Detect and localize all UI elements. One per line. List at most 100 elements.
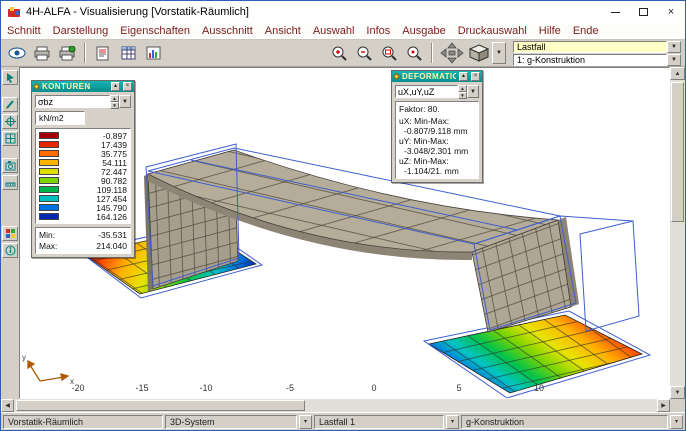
scroll-left-button[interactable]: ◀ xyxy=(1,399,14,412)
konturen-quantity-field[interactable]: σbz xyxy=(35,95,110,108)
status-system-selector-button[interactable]: ▾ xyxy=(299,415,312,429)
legend-value: 164.126 xyxy=(63,212,127,222)
view-cube-dropdown-button[interactable]: ▼ xyxy=(492,42,506,64)
info-tool-icon xyxy=(5,245,16,256)
panel-collapse-button[interactable]: ▴ xyxy=(111,82,120,91)
loadcase-field[interactable]: 1: g-Konstruktion xyxy=(513,54,667,66)
report-button[interactable] xyxy=(91,42,115,64)
loadcase-selectors: Lastfall ▼ 1: g-Konstruktion ▼ xyxy=(513,41,681,66)
crosshair-tool-button[interactable] xyxy=(2,114,18,129)
menu-item-ende[interactable]: Ende xyxy=(567,25,605,37)
spin-down-button[interactable]: ▼ xyxy=(458,92,467,99)
konturen-quantity-combo: σbz ▲ ▼ ▼ xyxy=(35,95,131,108)
zoom-out-button[interactable] xyxy=(352,42,376,64)
minimize-icon xyxy=(611,12,620,13)
main-area: y x -20 -15 -10 -5 0 5 10 KONTUREN ▴ × xyxy=(1,67,685,399)
menu-item-darstellung[interactable]: Darstellung xyxy=(47,25,115,37)
axes-indicator: y x xyxy=(22,353,74,386)
grid-tool-button[interactable] xyxy=(2,131,18,146)
legend-swatch xyxy=(39,204,59,211)
palette-tool-button[interactable] xyxy=(2,226,18,241)
uz-label: uZ: Min-Max: xyxy=(399,156,475,166)
menu-item-infos[interactable]: Infos xyxy=(360,25,396,37)
spin-down-button[interactable]: ▼ xyxy=(110,102,119,109)
deformation-panel: DEFORMATION ▴ × uX,uY,uZ ▲ ▼ ▼ Faktor: xyxy=(391,70,483,183)
deformation-component-field[interactable]: uX,uY,uZ xyxy=(395,85,458,98)
konturen-panel-titlebar[interactable]: KONTUREN ▴ × xyxy=(32,81,134,92)
spin-up-button[interactable]: ▲ xyxy=(458,85,467,92)
app-icon xyxy=(7,5,21,19)
panel-collapse-button[interactable]: ▴ xyxy=(459,72,468,81)
deformation-panel-titlebar[interactable]: DEFORMATION ▴ × xyxy=(392,71,482,82)
maximize-icon xyxy=(639,8,648,16)
view-button[interactable] xyxy=(5,42,29,64)
minimize-button[interactable] xyxy=(601,1,629,23)
konturen-legend: -0.89717.43935.77554.11172.44790.782109.… xyxy=(35,128,131,224)
chart-button[interactable] xyxy=(141,42,165,64)
zoom-in-button[interactable] xyxy=(327,42,351,64)
info-tool-button[interactable] xyxy=(2,243,18,258)
zoom-fit-icon xyxy=(406,45,422,61)
zoom-out-icon xyxy=(356,45,372,61)
menu-item-ausgabe[interactable]: Ausgabe xyxy=(396,25,451,37)
axis-label: 5 xyxy=(447,383,471,393)
menu-item-ansicht[interactable]: Ansicht xyxy=(259,25,307,37)
konturen-unit: kN/m2 xyxy=(35,111,85,125)
loadcase-dropdown-button[interactable]: ▼ xyxy=(667,54,681,66)
panel-close-button[interactable]: × xyxy=(123,82,132,91)
menu-item-druckauswahl[interactable]: Druckauswahl xyxy=(452,25,533,37)
title-bar[interactable]: 4H-ALFA - Visualisierung [Vorstatik-Räum… xyxy=(1,1,685,23)
left-toolbar xyxy=(1,67,19,399)
pointer-tool-icon xyxy=(5,72,16,83)
menu-item-schnitt[interactable]: Schnitt xyxy=(1,25,47,37)
min-row: Min: -35.531 xyxy=(39,230,127,240)
spin-up-button[interactable]: ▲ xyxy=(110,95,119,102)
legend-swatch xyxy=(39,186,59,193)
printer-options-icon xyxy=(58,46,76,61)
menu-item-eigenschaften[interactable]: Eigenschaften xyxy=(114,25,196,37)
table-button[interactable] xyxy=(116,42,140,64)
zoom-window-button[interactable] xyxy=(377,42,401,64)
horizontal-scroll-thumb[interactable] xyxy=(16,400,305,411)
print-button[interactable] xyxy=(30,42,54,64)
scroll-right-button[interactable]: ▶ xyxy=(657,399,670,412)
lastfall-dropdown-button[interactable]: ▼ xyxy=(667,41,681,53)
close-button[interactable]: × xyxy=(657,1,685,23)
measure-tool-button[interactable] xyxy=(2,175,18,190)
zoom-window-icon xyxy=(381,45,397,61)
konturen-minmax: Min: -35.531 Max: 214.040 xyxy=(35,227,131,254)
uz-value: -1.104/21. mm xyxy=(399,166,475,176)
menu-item-auswahl[interactable]: Auswahl xyxy=(307,25,361,37)
lastfall-field[interactable]: Lastfall xyxy=(513,41,667,53)
deformation-dropdown-button[interactable]: ▼ xyxy=(467,85,479,98)
pan-button[interactable] xyxy=(438,42,466,64)
vertical-scroll-track[interactable] xyxy=(670,80,685,386)
zoom-fit-button[interactable] xyxy=(402,42,426,64)
print-options-button[interactable] xyxy=(55,42,79,64)
status-field-system: 3D-System xyxy=(165,415,297,429)
close-icon: × xyxy=(668,6,674,18)
horizontal-scroll-track[interactable] xyxy=(14,399,657,412)
vertical-scroll-thumb[interactable] xyxy=(671,82,684,222)
status-bar: Vorstatik-Räumlich 3D-System ▾ Lastfall … xyxy=(1,412,685,430)
scroll-down-button[interactable]: ▼ xyxy=(670,386,685,399)
max-value: 214.040 xyxy=(96,241,127,251)
maximize-button[interactable] xyxy=(629,1,657,23)
menu-item-ausschnitt[interactable]: Ausschnitt xyxy=(196,25,259,37)
view-cube-button[interactable] xyxy=(467,42,491,64)
uy-value: -3.048/2.301 mm xyxy=(399,146,475,156)
menu-item-hilfe[interactable]: Hilfe xyxy=(533,25,567,37)
status-loadcase-selector-button[interactable]: ▾ xyxy=(446,415,459,429)
scroll-up-button[interactable]: ▲ xyxy=(670,67,685,80)
konturen-dropdown-button[interactable]: ▼ xyxy=(119,95,131,108)
status-load-selector-button[interactable]: ▾ xyxy=(670,415,683,429)
snapshot-tool-button[interactable] xyxy=(2,158,18,173)
min-value: -35.531 xyxy=(98,230,127,240)
toolbar-separator xyxy=(84,43,86,63)
deformation-stats: Faktor: 80. uX: Min-Max: -0.807/9.118 mm… xyxy=(395,101,479,179)
pencil-tool-button[interactable] xyxy=(2,97,18,112)
legend-swatch xyxy=(39,159,59,166)
pointer-tool-button[interactable] xyxy=(2,70,18,85)
panel-close-button[interactable]: × xyxy=(471,72,480,81)
panel-icon xyxy=(33,83,40,90)
